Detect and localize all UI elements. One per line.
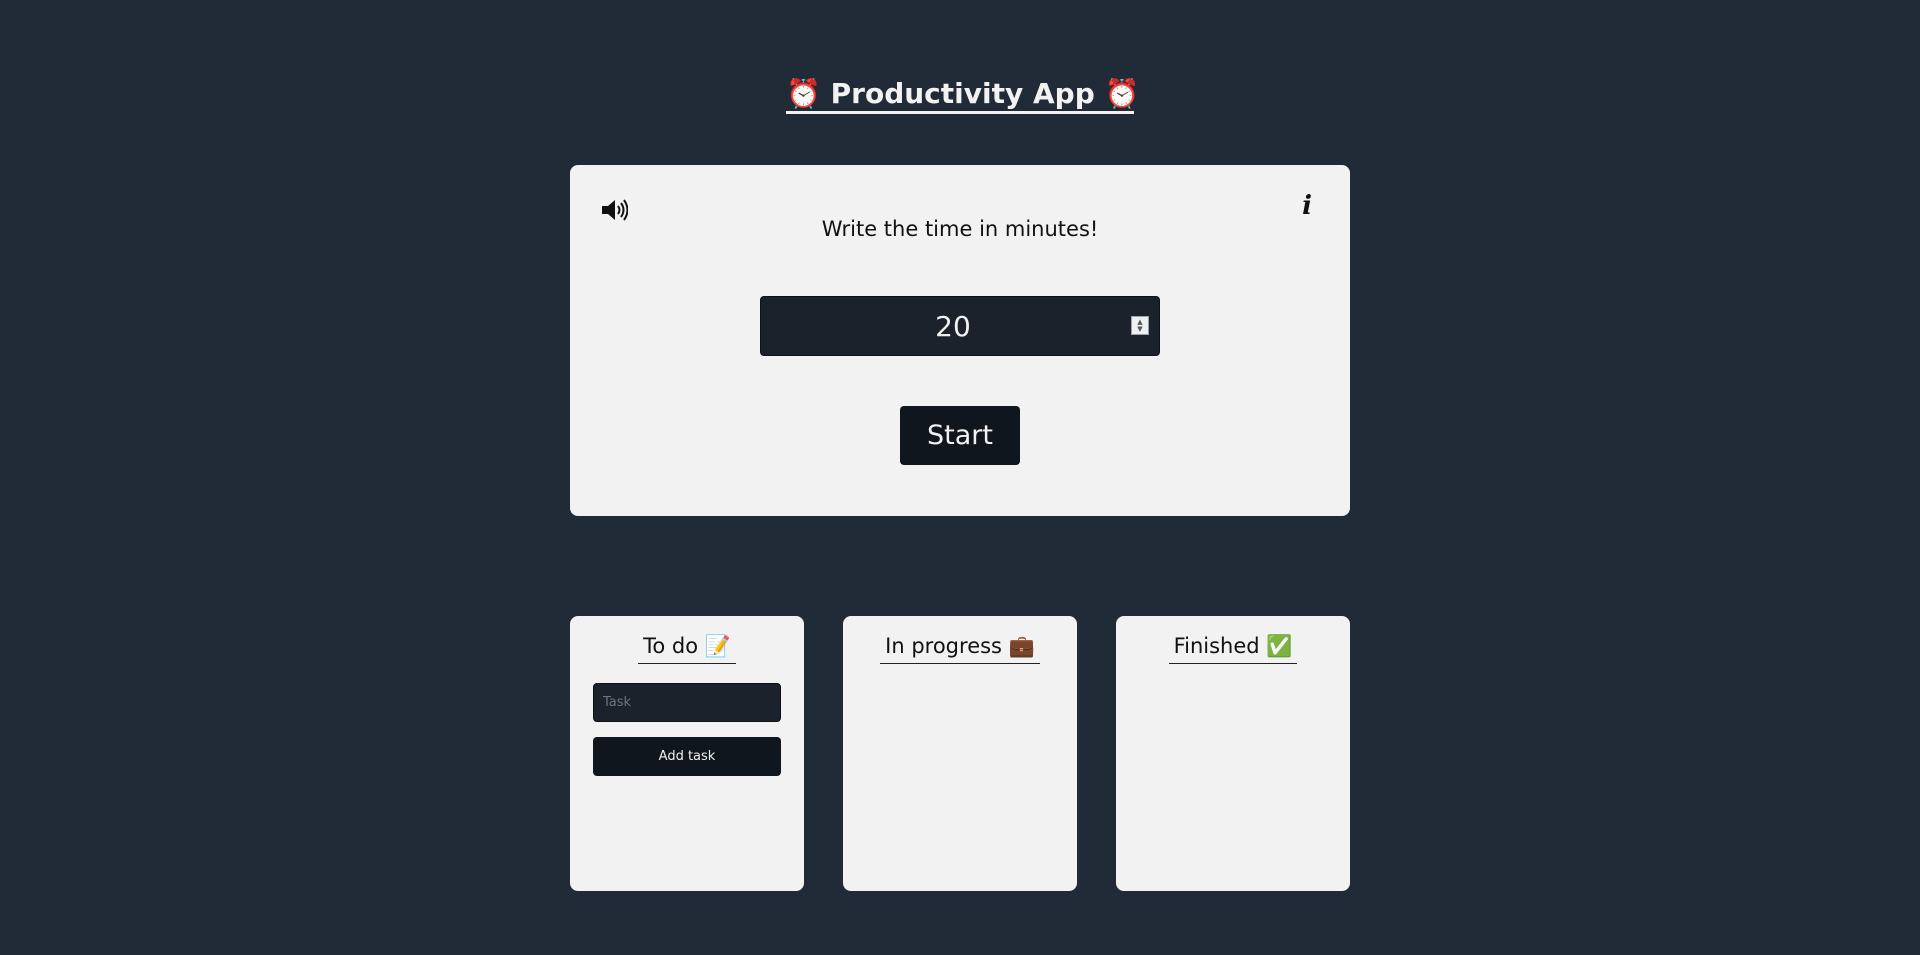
briefcase-icon: 💼	[1008, 634, 1035, 658]
check-mark-icon: ✅	[1266, 634, 1293, 658]
column-title: Finished ✅	[1168, 634, 1298, 664]
add-task-button[interactable]: Add task	[593, 737, 781, 776]
alarm-clock-icon: ⏰	[786, 77, 821, 110]
column-title: To do 📝	[638, 634, 736, 664]
timer-card: i Write the time in minutes! ▲ ▼ Start	[570, 165, 1350, 516]
info-icon[interactable]: i	[1302, 193, 1312, 219]
column-header: Finished ✅	[1116, 634, 1350, 664]
chevron-down-icon: ▼	[1137, 324, 1143, 333]
column-title-text: In progress	[885, 634, 1002, 658]
column-header: In progress 💼	[843, 634, 1077, 664]
column-in-progress: In progress 💼	[843, 616, 1077, 891]
column-title: In progress 💼	[880, 634, 1040, 664]
app-title-text: Productivity App	[830, 77, 1095, 110]
timer-prompt: Write the time in minutes!	[821, 217, 1099, 241]
minutes-stepper[interactable]: ▲ ▼	[1131, 316, 1149, 335]
start-button[interactable]: Start	[900, 406, 1020, 465]
memo-icon: 📝	[704, 634, 731, 658]
page-title: ⏰ Productivity App ⏰	[786, 74, 1139, 114]
column-finished: Finished ✅	[1116, 616, 1350, 891]
column-header: To do 📝	[570, 634, 804, 664]
column-title-text: Finished	[1173, 634, 1260, 658]
alarm-clock-icon: ⏰	[1104, 77, 1140, 110]
column-todo: To do 📝 Add task	[570, 616, 804, 891]
column-title-text: To do	[643, 634, 699, 658]
minutes-input[interactable]	[760, 296, 1160, 356]
task-input[interactable]	[593, 683, 781, 722]
